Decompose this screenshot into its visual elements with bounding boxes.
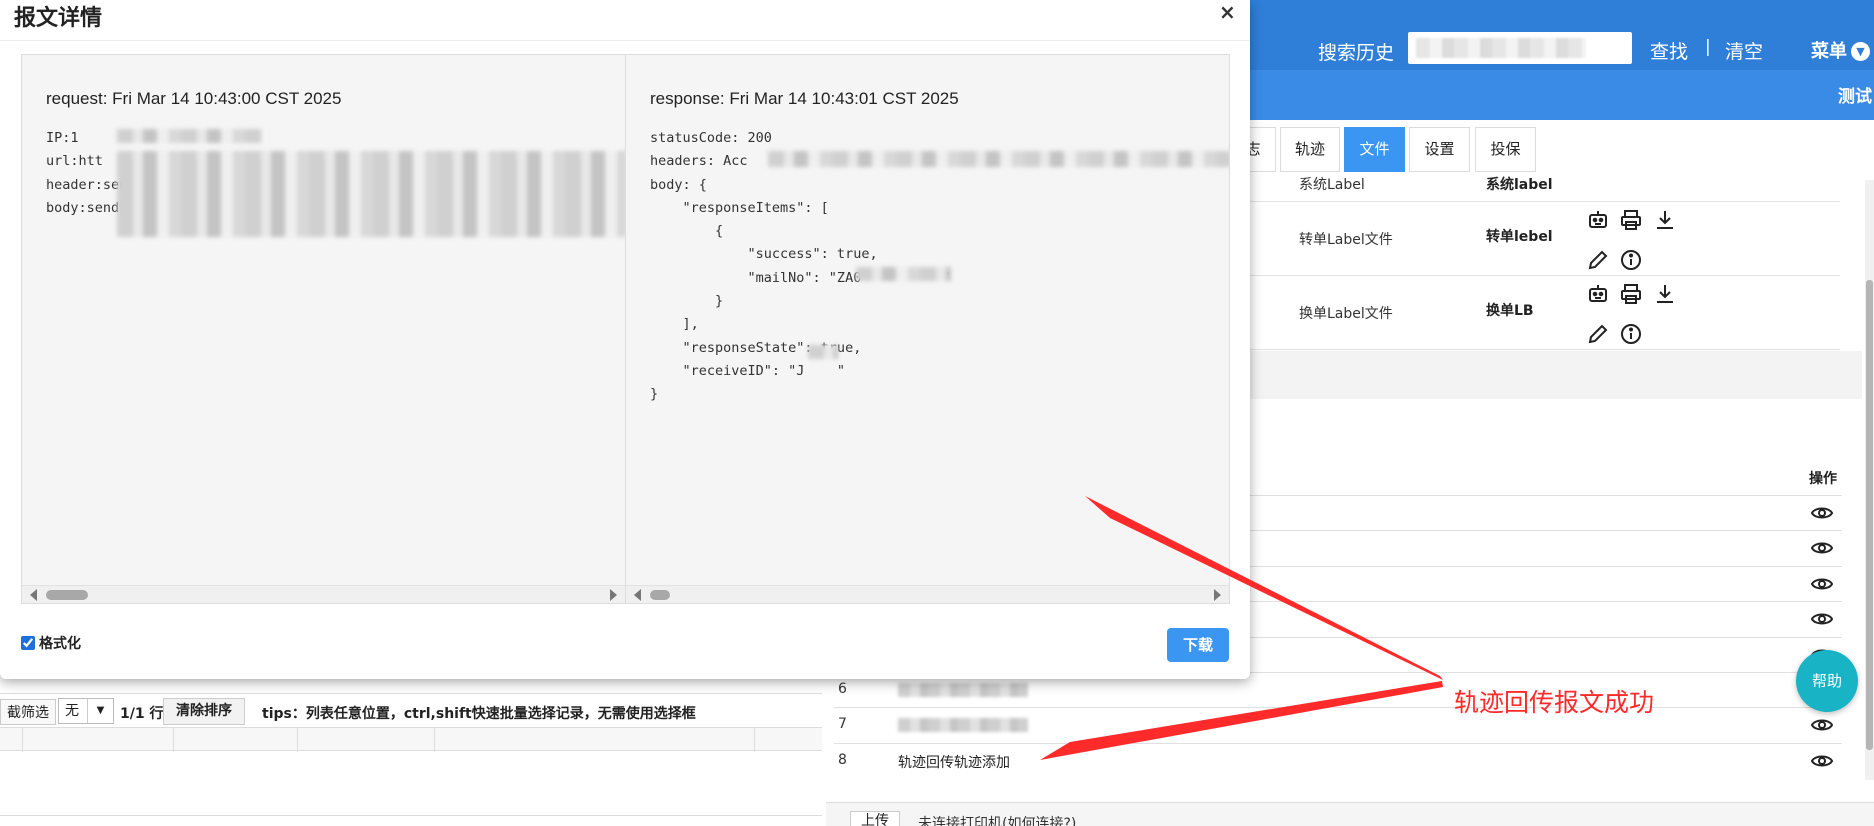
filter-select[interactable]: 无 ▼ bbox=[58, 698, 114, 724]
close-icon[interactable]: × bbox=[1219, 0, 1236, 24]
redaction-mosaic bbox=[768, 151, 1229, 167]
list-panel: 截筛选 无 ▼ 1/1 行 清除排序 tips：列表任意位置，ctrl,shift… bbox=[0, 693, 822, 826]
help-button[interactable]: 帮助 bbox=[1796, 650, 1858, 712]
edit-icon[interactable] bbox=[1586, 322, 1610, 346]
clear-sort-button[interactable]: 清除排序 bbox=[163, 698, 245, 725]
find-button[interactable]: 查找 bbox=[1650, 37, 1688, 64]
download-icon[interactable] bbox=[1653, 208, 1677, 232]
view-icon[interactable] bbox=[1810, 749, 1834, 773]
scroll-right-icon[interactable] bbox=[1214, 589, 1221, 601]
grid-footer bbox=[0, 815, 822, 826]
chevron-down-icon: ▼ bbox=[1851, 42, 1870, 61]
file-name: 转单Label文件 bbox=[1299, 232, 1393, 248]
robot-icon[interactable] bbox=[1586, 282, 1610, 306]
annotation-text: 轨迹回传报文成功 bbox=[1454, 688, 1655, 717]
divider: | bbox=[1705, 37, 1711, 57]
list-toolbar: 截筛选 无 ▼ 1/1 行 清除排序 tips：列表任意位置，ctrl,shift… bbox=[0, 693, 822, 727]
download-icon[interactable] bbox=[1653, 282, 1677, 306]
format-toggle[interactable]: 格式化 bbox=[21, 633, 81, 653]
redacted-text bbox=[898, 683, 1028, 697]
redaction-mosaic bbox=[856, 267, 951, 281]
file-status: 系统label bbox=[1486, 177, 1553, 193]
env-label: 测试 bbox=[1838, 87, 1872, 107]
file-status: 转单lebel bbox=[1486, 229, 1553, 245]
redaction-mosaic bbox=[808, 345, 838, 359]
redaction-mosaic bbox=[117, 129, 262, 143]
view-icon[interactable] bbox=[1810, 536, 1834, 560]
row-count: 1/1 行 bbox=[120, 706, 164, 722]
printer-status[interactable]: 未连接打印机(如何连接?) bbox=[918, 813, 1076, 826]
redacted-text bbox=[898, 718, 1028, 733]
dialog-title: 报文详情 bbox=[14, 6, 103, 31]
file-name: 系统Label bbox=[1299, 177, 1365, 193]
file-row: 转单Label文件 转单lebel bbox=[1250, 202, 1840, 276]
grid-header bbox=[0, 727, 822, 752]
response-heading: response: Fri Mar 14 10:43:01 CST 2025 bbox=[650, 89, 959, 108]
menu-label: 菜单 bbox=[1811, 41, 1847, 62]
view-icon[interactable] bbox=[1810, 713, 1834, 737]
edit-icon[interactable] bbox=[1586, 248, 1610, 272]
scrollbar-thumb[interactable] bbox=[1866, 280, 1873, 750]
file-status: 换单LB bbox=[1486, 303, 1534, 319]
filter-select-value: 无 bbox=[65, 703, 79, 719]
scroll-left-icon[interactable] bbox=[634, 589, 641, 601]
row-number: 6 bbox=[838, 681, 847, 697]
file-row: 系统Label 系统label bbox=[1250, 177, 1840, 202]
robot-icon[interactable] bbox=[1586, 208, 1610, 232]
scrollbar-thumb[interactable] bbox=[46, 590, 88, 600]
clear-button[interactable]: 清空 bbox=[1725, 37, 1763, 64]
table-row[interactable]: 7 bbox=[834, 707, 1842, 742]
scroll-right-icon[interactable] bbox=[610, 589, 617, 601]
info-icon[interactable] bbox=[1619, 248, 1643, 272]
format-checkbox[interactable] bbox=[21, 636, 35, 650]
tips-text: tips：列表任意位置，ctrl,shift快速批量选择记录，无需使用选择框 bbox=[262, 706, 696, 722]
view-icon[interactable] bbox=[1810, 572, 1834, 596]
download-button[interactable]: 下载 bbox=[1167, 628, 1229, 662]
tab-insurance[interactable]: 投保 bbox=[1475, 127, 1536, 172]
info-icon[interactable] bbox=[1619, 322, 1643, 346]
format-label: 格式化 bbox=[39, 636, 81, 652]
vertical-scrollbar[interactable] bbox=[1865, 180, 1874, 780]
search-history-label: 搜索历史 bbox=[1318, 42, 1395, 64]
view-icon[interactable] bbox=[1810, 607, 1834, 631]
print-icon[interactable] bbox=[1619, 208, 1643, 232]
redaction-mosaic bbox=[117, 151, 625, 237]
operation-header: 操作 bbox=[1809, 471, 1837, 487]
file-row: 换单Label文件 换单LB bbox=[1250, 276, 1840, 350]
message-detail-dialog: 报文详情 × request: Fri Mar 14 10:43:00 CST … bbox=[0, 0, 1250, 679]
caret-down-icon: ▼ bbox=[87, 699, 113, 723]
response-pane: response: Fri Mar 14 10:43:01 CST 2025 s… bbox=[625, 54, 1230, 604]
request-heading: request: Fri Mar 14 10:43:00 CST 2025 bbox=[46, 89, 342, 108]
view-icon[interactable] bbox=[1810, 501, 1834, 525]
panel-divider bbox=[1250, 351, 1862, 399]
row-number: 7 bbox=[838, 716, 847, 733]
row-number: 8 bbox=[838, 751, 847, 768]
search-input[interactable] bbox=[1408, 32, 1632, 64]
status-bar: 上传 未连接打印机(如何连接?) bbox=[826, 802, 1874, 826]
print-icon[interactable] bbox=[1619, 282, 1643, 306]
request-hscrollbar[interactable] bbox=[22, 585, 625, 603]
request-pane: request: Fri Mar 14 10:43:00 CST 2025 IP… bbox=[21, 54, 626, 604]
upload-button[interactable]: 上传 bbox=[850, 811, 900, 826]
response-hscrollbar[interactable] bbox=[626, 585, 1229, 603]
title-divider bbox=[0, 40, 1250, 41]
row-description: 轨迹回传轨迹添加 bbox=[898, 754, 1010, 771]
table-row[interactable]: 8 轨迹回传轨迹添加 bbox=[834, 742, 1842, 778]
file-name: 换单Label文件 bbox=[1299, 306, 1393, 322]
scroll-left-icon[interactable] bbox=[30, 589, 37, 601]
redacted-search-value bbox=[1416, 38, 1586, 58]
menu-button[interactable]: 菜单 ▼ bbox=[1811, 37, 1870, 63]
tab-track[interactable]: 轨迹 bbox=[1280, 127, 1340, 172]
scrollbar-thumb[interactable] bbox=[650, 590, 670, 600]
tab-settings[interactable]: 设置 bbox=[1409, 127, 1470, 172]
tab-files[interactable]: 文件 bbox=[1344, 127, 1405, 172]
filter-button[interactable]: 截筛选 bbox=[0, 699, 56, 725]
